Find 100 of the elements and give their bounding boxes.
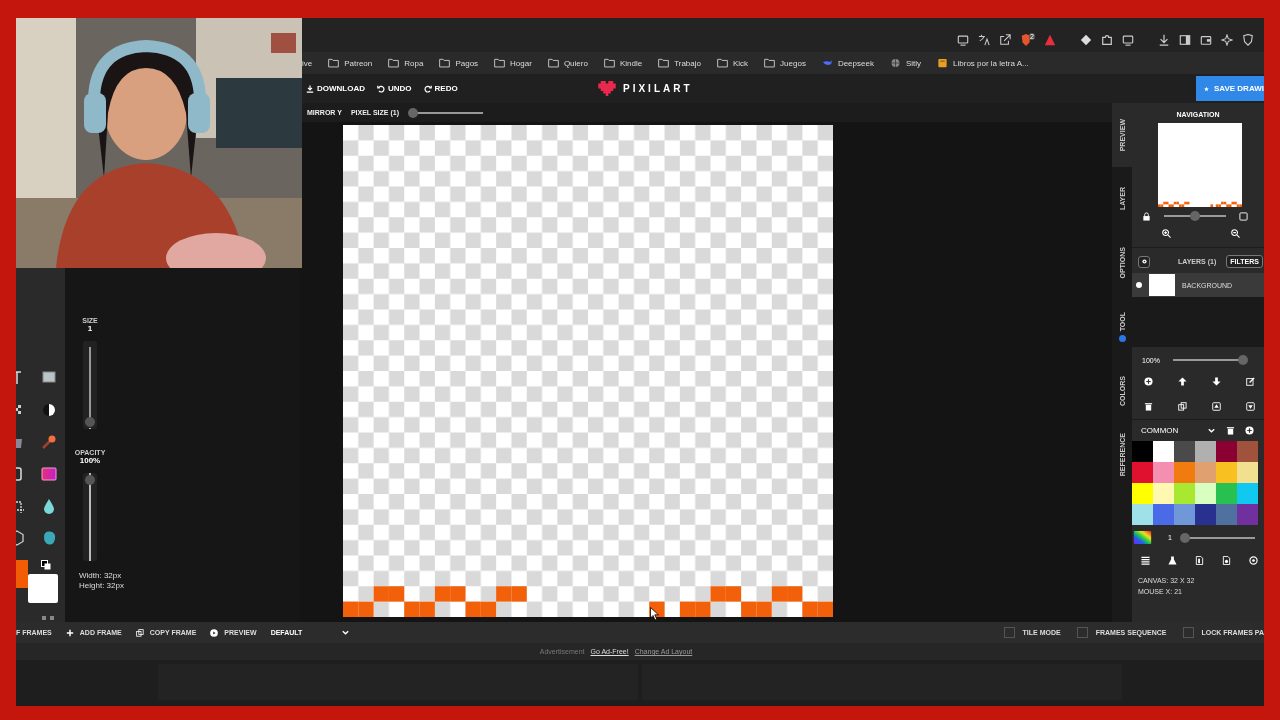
primary-color-swatch[interactable] <box>16 560 28 588</box>
layer-settings-button[interactable] <box>1138 255 1150 268</box>
sparkle-icon[interactable] <box>1221 34 1233 46</box>
size-slider[interactable] <box>83 341 97 429</box>
palette-dropdown[interactable]: COMMON <box>1141 426 1197 435</box>
bookmark-link[interactable]: Deepseek <box>812 58 881 68</box>
triangle-icon[interactable] <box>1044 34 1056 46</box>
palette-swatch[interactable] <box>1237 483 1258 504</box>
arrow-up-icon[interactable] <box>1178 377 1187 386</box>
shield-icon[interactable] <box>1242 34 1254 46</box>
palette-swatch[interactable] <box>1132 462 1153 483</box>
swap-colors-icon[interactable] <box>41 560 51 570</box>
secondary-color-swatch[interactable] <box>28 574 58 603</box>
checkbox[interactable] <box>1003 627 1015 638</box>
bookmark-link[interactable]: Ropa <box>379 58 431 68</box>
square-icon[interactable] <box>1239 211 1248 221</box>
toolbar-button[interactable]: DOWNLOAD <box>304 82 367 95</box>
checkbox[interactable] <box>1076 627 1088 638</box>
pin-icon[interactable] <box>41 434 57 450</box>
half-circle-icon[interactable] <box>41 402 57 418</box>
download-icon[interactable] <box>1158 34 1170 46</box>
add-layer-icon[interactable] <box>1144 377 1153 386</box>
copy-icon <box>135 628 144 637</box>
arrow-down-icon[interactable] <box>1212 377 1221 386</box>
merge-down-icon[interactable] <box>1246 402 1255 411</box>
translate-icon[interactable] <box>978 34 991 46</box>
bookmark-link[interactable]: Pagos <box>430 58 486 68</box>
folder-icon <box>494 58 506 68</box>
sidebar-icon[interactable] <box>1179 34 1191 46</box>
palette-swatch[interactable] <box>1174 462 1195 483</box>
target-icon[interactable] <box>1249 556 1258 565</box>
palette-swatch[interactable] <box>1216 462 1237 483</box>
add-icon[interactable] <box>1245 426 1254 435</box>
duplicate-icon[interactable] <box>1178 402 1187 411</box>
palette-swatch[interactable] <box>1174 483 1195 504</box>
palette-swatch[interactable] <box>1153 462 1174 483</box>
save-drawing-button[interactable]: SAVE DRAWI <box>1196 76 1264 101</box>
chevron-down-icon[interactable] <box>340 628 350 637</box>
palette-swatch[interactable] <box>1153 441 1174 462</box>
bookmark-link[interactable]: Quiero <box>538 58 595 68</box>
lock-icon[interactable] <box>1142 211 1151 221</box>
palette-swatch[interactable] <box>1216 483 1237 504</box>
palette-swatch[interactable] <box>1174 504 1195 525</box>
star-icon <box>1204 84 1209 93</box>
palette-swatch[interactable] <box>1153 504 1174 525</box>
wallet-icon[interactable] <box>1200 34 1212 46</box>
palette-swatch[interactable] <box>1153 483 1174 504</box>
bookmark-link[interactable]: Kick <box>707 58 756 68</box>
rainbow-swatch-icon[interactable] <box>1133 531 1152 544</box>
merge-up-icon[interactable] <box>1212 402 1221 411</box>
edit-icon[interactable] <box>1246 377 1255 386</box>
checkbox[interactable] <box>1182 627 1194 638</box>
layer-thumbnail <box>1149 274 1175 296</box>
flask-icon[interactable] <box>1168 556 1177 565</box>
palette-swatch[interactable] <box>1195 483 1216 504</box>
palette-swatch[interactable] <box>1195 504 1216 525</box>
diamond-icon[interactable] <box>1080 34 1092 46</box>
palette-swatch[interactable] <box>1174 441 1195 462</box>
toolbar-button[interactable]: UNDO <box>375 82 414 95</box>
palette-swatch[interactable] <box>1195 462 1216 483</box>
droplet-icon[interactable] <box>41 498 57 514</box>
palette-swatch[interactable] <box>1132 483 1153 504</box>
palette-swatch[interactable] <box>1216 504 1237 525</box>
opacity-slider[interactable] <box>83 473 97 561</box>
blob-icon[interactable] <box>41 530 57 546</box>
palette-swatch[interactable] <box>1237 504 1258 525</box>
file-icon[interactable] <box>1195 556 1204 565</box>
bookmark-link[interactable]: Patreon <box>319 58 380 68</box>
bookmark-link[interactable]: Juegos <box>755 58 813 68</box>
gradient-icon[interactable] <box>41 466 57 482</box>
bookmark-link[interactable]: Trabajo <box>649 58 708 68</box>
cast-icon[interactable] <box>957 34 970 46</box>
list-icon[interactable] <box>1141 556 1150 565</box>
file-icon[interactable] <box>1222 556 1231 565</box>
redo-icon <box>423 84 432 93</box>
zoom-in-icon[interactable] <box>1162 229 1171 238</box>
palette-swatch[interactable] <box>1237 441 1258 462</box>
folder-icon <box>603 58 615 68</box>
trash-icon[interactable] <box>1144 402 1153 411</box>
bookmark-link[interactable]: Libros por la letra A... <box>928 58 1036 68</box>
trash-icon[interactable] <box>1226 426 1235 435</box>
share-icon[interactable] <box>999 34 1012 46</box>
download-icon <box>306 84 314 93</box>
palette-swatch[interactable] <box>1132 441 1153 462</box>
toolbar-button[interactable]: REDO <box>421 82 460 95</box>
palette-swatch[interactable] <box>1237 462 1258 483</box>
palette-swatch[interactable] <box>1132 504 1153 525</box>
bookmark-link[interactable]: Hogar <box>485 58 539 68</box>
chevron-down-icon[interactable] <box>1207 426 1216 435</box>
screen-icon[interactable] <box>1122 34 1134 46</box>
zoom-out-icon[interactable] <box>1231 229 1240 238</box>
opacity-value: 100% <box>79 456 101 465</box>
palette-swatch[interactable] <box>1195 441 1216 462</box>
bookmark-link[interactable]: Kindle <box>594 58 650 68</box>
square-icon[interactable] <box>41 370 57 386</box>
visibility-dot[interactable] <box>1136 282 1142 288</box>
bookmark-link[interactable]: ive <box>302 58 320 68</box>
palette-swatch[interactable] <box>1216 441 1237 462</box>
bookmark-link[interactable]: Sitly <box>880 58 929 68</box>
drawing-canvas[interactable] <box>343 125 833 617</box>
